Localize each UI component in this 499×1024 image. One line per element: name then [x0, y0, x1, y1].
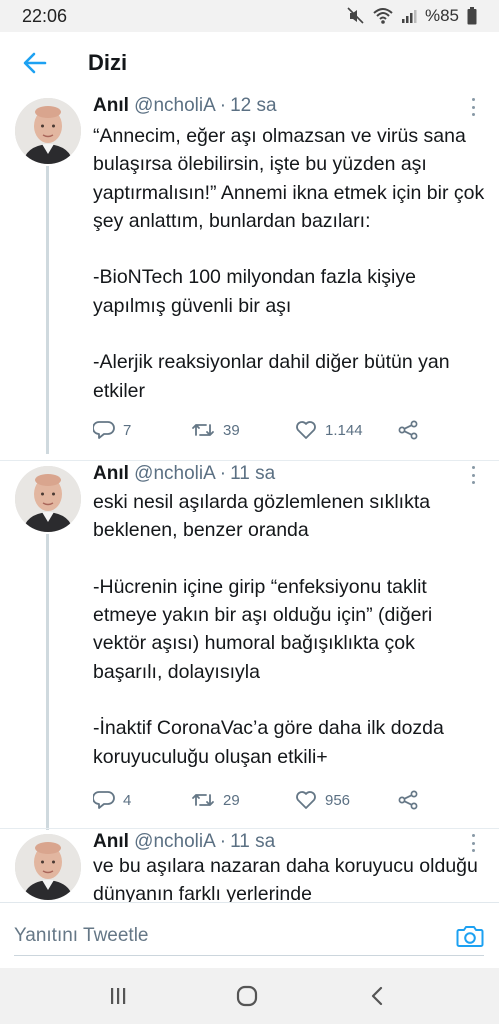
reply-button[interactable]: 7 — [93, 420, 191, 440]
home-icon — [236, 985, 258, 1007]
more-options-icon[interactable] — [469, 834, 477, 852]
tweet-actions: 7 39 1.144 — [93, 418, 419, 442]
retweet-icon — [192, 794, 214, 806]
share-button[interactable] — [397, 790, 419, 810]
tweet[interactable]: Anıl @ncholiA · 12 sa “Annecim, eğer aşı o… — [0, 94, 499, 454]
system-back-button[interactable] — [362, 982, 392, 1010]
share-button[interactable] — [397, 420, 419, 440]
like-count: 1.144 — [325, 421, 363, 439]
tweet-text: “Annecim, eğer aşı olmazsan ve virüs san… — [93, 125, 485, 402]
tweet-divider — [0, 828, 499, 829]
tweet-actions: 4 29 956 — [93, 788, 419, 812]
time-separator: · — [219, 831, 227, 852]
app-header: Dizi — [0, 32, 499, 94]
back-icon — [371, 986, 383, 1006]
retweet-count: 39 — [223, 421, 240, 439]
tweet-header: Anıl @ncholiA · 12 sa — [93, 94, 277, 118]
tweet-header: Anıl @ncholiA · 11 sa — [93, 462, 275, 486]
status-time: 22:06 — [22, 5, 68, 26]
avatar-image — [15, 834, 81, 900]
avatar-image — [15, 466, 81, 532]
tweet-divider — [0, 460, 499, 461]
retweet-button[interactable]: 29 — [191, 790, 295, 810]
avatar-image — [15, 98, 81, 164]
battery-icon — [467, 7, 477, 25]
author-name[interactable]: Anıl — [93, 831, 129, 852]
avatar[interactable] — [15, 466, 81, 532]
tweet-text: eski nesil aşılarda gözlemlenen sıklıkta… — [93, 491, 444, 768]
author-handle[interactable]: @ncholiA — [134, 95, 216, 116]
author-name[interactable]: Anıl — [93, 463, 129, 484]
author-name[interactable]: Anıl — [93, 95, 129, 116]
author-handle[interactable]: @ncholiA — [134, 463, 216, 484]
camera-button[interactable] — [456, 923, 484, 949]
back-arrow-icon — [23, 52, 47, 74]
reply-icon — [93, 791, 115, 809]
reply-count: 4 — [123, 791, 132, 809]
tweet-time: 11 sa — [230, 831, 276, 852]
wifi-icon — [373, 8, 393, 24]
like-button[interactable]: 1.144 — [295, 420, 397, 440]
more-options-icon[interactable] — [469, 98, 477, 116]
tweet-thread[interactable]: Anıl @ncholiA · 12 sa “Annecim, eğer aşı o… — [0, 94, 499, 902]
heart-icon — [296, 791, 316, 809]
tweet-time: 12 sa — [230, 95, 277, 116]
reply-count: 7 — [123, 421, 132, 439]
reply-underline — [14, 955, 484, 956]
reply-icon — [93, 421, 115, 439]
recent-apps-button[interactable] — [103, 982, 133, 1010]
recent-apps-icon — [111, 988, 126, 1004]
reply-input[interactable] — [14, 921, 434, 951]
avatar[interactable] — [15, 98, 81, 164]
retweet-count: 29 — [223, 791, 240, 809]
tweet-header: Anıl @ncholiA · 11 sa — [93, 830, 275, 854]
time-separator: · — [219, 95, 227, 116]
battery-percent: %85 — [424, 6, 459, 25]
status-icons: %85 — [347, 6, 477, 26]
mute-icon — [347, 7, 364, 24]
tweet-time: 11 sa — [230, 463, 276, 484]
more-options-icon[interactable] — [469, 466, 477, 484]
like-button[interactable]: 956 — [295, 790, 397, 810]
avatar[interactable] — [15, 834, 81, 900]
system-nav-bar — [0, 968, 499, 1024]
like-count: 956 — [325, 791, 351, 809]
tweet[interactable]: Anıl @ncholiA · 11 sa ve bu aşılara nazara… — [0, 830, 499, 902]
reply-bar — [0, 902, 499, 968]
tweet-text: ve bu aşılara nazaran daha koruyucu oldu… — [93, 855, 478, 902]
author-handle[interactable]: @ncholiA — [134, 831, 216, 852]
page-title: Dizi — [88, 50, 128, 75]
time-separator: · — [219, 463, 227, 484]
retweet-icon — [192, 424, 214, 436]
reply-button[interactable]: 4 — [93, 790, 191, 810]
share-icon — [398, 420, 418, 440]
share-icon — [398, 790, 418, 810]
back-button[interactable] — [18, 46, 52, 80]
tweet[interactable]: Anıl @ncholiA · 11 sa eski nesil aşılarda … — [0, 462, 499, 830]
retweet-button[interactable]: 39 — [191, 420, 295, 440]
camera-icon — [456, 926, 484, 947]
status-bar: 22:06 %85 — [0, 0, 499, 32]
heart-icon — [296, 421, 316, 439]
signal-icon — [401, 10, 417, 23]
home-button[interactable] — [232, 982, 262, 1010]
